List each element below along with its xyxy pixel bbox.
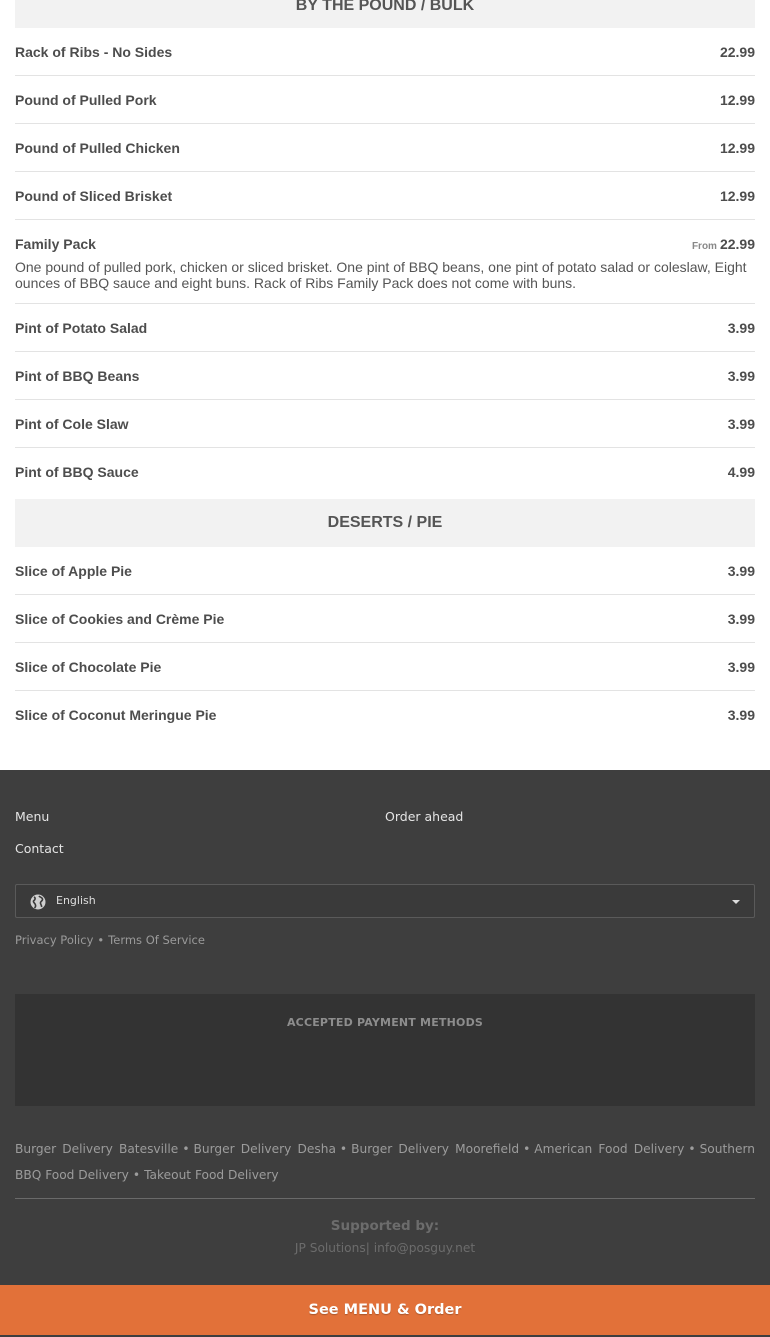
payment-methods-title: ACCEPTED PAYMENT METHODS <box>286 1016 484 1029</box>
menu-item[interactable]: Pound of Pulled Pork 12.99 <box>15 76 755 124</box>
item-name: Pint of BBQ Beans <box>15 368 140 384</box>
menu-item[interactable]: Slice of Apple Pie 3.99 <box>15 547 755 595</box>
item-name: Slice of Coconut Meringue Pie <box>15 707 217 723</box>
item-name: Pint of Potato Salad <box>15 320 148 336</box>
footer-link-contact[interactable]: Contact <box>15 841 64 856</box>
item-name: Pint of BBQ Sauce <box>15 464 139 480</box>
footer-link-order-ahead[interactable]: Order ahead <box>385 809 463 824</box>
link-separator: • <box>688 1142 696 1156</box>
item-name: Pound of Pulled Chicken <box>15 140 180 156</box>
delivery-link[interactable]: American Food Delivery <box>534 1142 684 1156</box>
item-name: Family Pack <box>15 236 96 252</box>
language-select[interactable]: English <box>15 884 755 918</box>
section-header-by-the-pound: BY THE POUND / BULK <box>15 0 755 28</box>
item-price: 3.99 <box>727 320 755 336</box>
item-name: Pint of Cole Slaw <box>15 416 129 432</box>
item-name: Rack of Ribs - No Sides <box>15 44 173 60</box>
legal-separator: • <box>97 933 105 947</box>
price-prefix: From <box>691 241 717 252</box>
item-name: Slice of Apple Pie <box>15 563 132 579</box>
menu-item[interactable]: Pint of BBQ Sauce 4.99 <box>15 448 755 495</box>
footer: Menu Order ahead Contact English Privacy… <box>0 770 770 1337</box>
item-price: 12.99 <box>719 140 755 156</box>
item-price: 4.99 <box>727 464 755 480</box>
supported-company-link[interactable]: JP Solutions <box>295 1241 366 1255</box>
link-separator: • <box>182 1142 190 1156</box>
supported-email-link[interactable]: info@posguy.net <box>374 1241 475 1255</box>
payment-methods-box: ACCEPTED PAYMENT METHODS <box>15 994 755 1106</box>
item-price: 3.99 <box>727 707 755 723</box>
see-menu-order-button[interactable]: See MENU & Order <box>0 1285 770 1335</box>
globe-icon <box>30 894 46 910</box>
delivery-links: Burger Delivery Batesville • Burger Delive… <box>15 1136 755 1188</box>
privacy-policy-link[interactable]: Privacy Policy <box>15 933 93 947</box>
footer-divider <box>15 1198 755 1199</box>
chevron-down-icon <box>732 900 740 904</box>
menu-item[interactable]: Slice of Chocolate Pie 3.99 <box>15 643 755 691</box>
link-separator: • <box>523 1142 531 1156</box>
item-price: 3.99 <box>727 659 755 675</box>
item-name: Pound of Pulled Pork <box>15 92 157 108</box>
item-price: 3.99 <box>727 563 755 579</box>
item-price: 3.99 <box>727 611 755 627</box>
menu-item[interactable]: Pint of Potato Salad 3.99 <box>15 304 755 352</box>
menu-item[interactable]: Pint of Cole Slaw 3.99 <box>15 400 755 448</box>
menu-item[interactable]: Pound of Pulled Chicken 12.99 <box>15 124 755 172</box>
supported-separator: | <box>365 1241 370 1255</box>
menu-item[interactable]: Slice of Coconut Meringue Pie 3.99 <box>15 691 755 738</box>
item-price: 3.99 <box>727 416 755 432</box>
delivery-link[interactable]: Burger Delivery Moorefield <box>351 1142 519 1156</box>
menu-item[interactable]: Pound of Sliced Brisket 12.99 <box>15 172 755 220</box>
language-selected: English <box>56 894 96 907</box>
supported-by-title: Supported by: <box>330 1218 440 1234</box>
price-value: 22.99 <box>719 236 755 252</box>
item-price: 3.99 <box>727 368 755 384</box>
link-separator: • <box>132 1168 141 1182</box>
delivery-link[interactable]: Burger Delivery Desha <box>194 1142 336 1156</box>
item-name: Pound of Sliced Brisket <box>15 188 173 204</box>
item-price: 12.99 <box>719 92 755 108</box>
footer-link-menu[interactable]: Menu <box>15 809 49 824</box>
delivery-link[interactable]: Burger Delivery Batesville <box>15 1142 178 1156</box>
item-price: 22.99 <box>719 44 755 60</box>
menu-item[interactable]: Rack of Ribs - No Sides 22.99 <box>15 28 755 76</box>
legal-links: Privacy Policy • Terms Of Service <box>15 933 205 947</box>
item-description: One pound of pulled pork, chicken or sli… <box>15 259 747 291</box>
delivery-link[interactable]: Takeout Food Delivery <box>144 1168 279 1182</box>
menu-item-family-pack[interactable]: Family Pack From 22.99 One pound of pulle… <box>15 220 755 304</box>
menu-item[interactable]: Slice of Cookies and Crème Pie 3.99 <box>15 595 755 643</box>
supported-by: Supported by: JP Solutions| info@posguy.… <box>0 1218 770 1255</box>
menu-item[interactable]: Pint of BBQ Beans 3.99 <box>15 352 755 400</box>
item-name: Slice of Cookies and Crème Pie <box>15 611 225 627</box>
terms-of-service-link[interactable]: Terms Of Service <box>108 933 205 947</box>
menu-list: BY THE POUND / BULK Rack of Ribs - No Si… <box>15 0 755 738</box>
item-name: Slice of Chocolate Pie <box>15 659 162 675</box>
section-header-deserts-pie: DESERTS / PIE <box>15 499 755 547</box>
supported-by-line: JP Solutions| info@posguy.net <box>0 1241 770 1255</box>
link-separator: • <box>339 1142 348 1156</box>
item-price: 12.99 <box>719 188 755 204</box>
item-price: From 22.99 <box>692 236 755 252</box>
